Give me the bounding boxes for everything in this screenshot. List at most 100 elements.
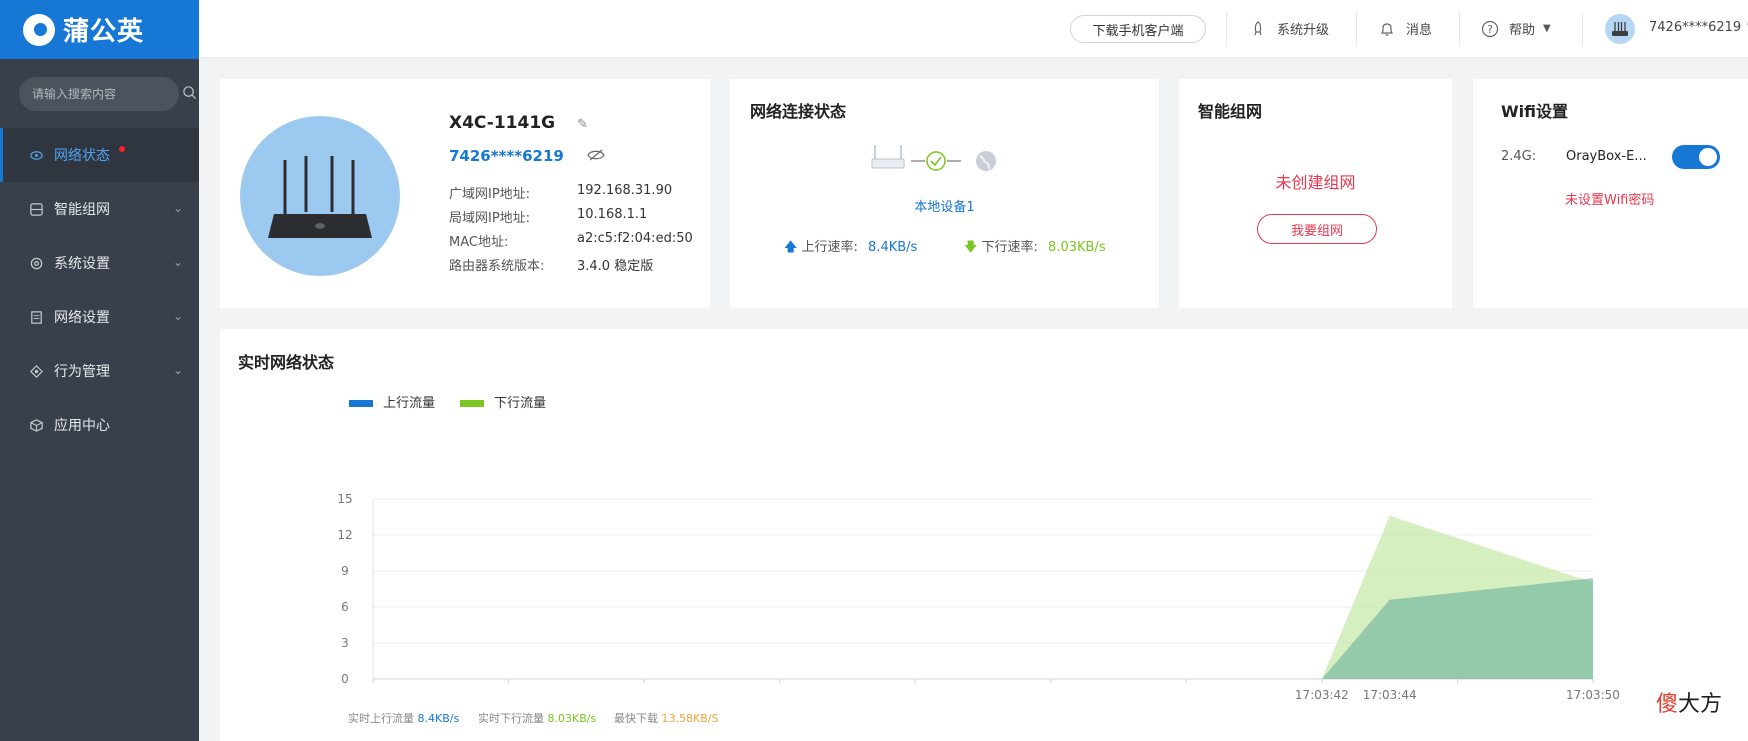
download-app-button[interactable]: 下载手机客户端	[1070, 15, 1206, 43]
avatar[interactable]	[1605, 14, 1635, 44]
top-header: 下载手机客户端 系统升级 消息 ? 帮助 ▼ 7426****6219 ▼	[199, 0, 1748, 58]
local-device-link[interactable]: 本地设备1	[730, 196, 1159, 215]
connection-card: 网络连接状态 本地设备1 🡅 上行速率: 8.4KB/s 🡇 下行速率: 8.0…	[730, 79, 1159, 308]
network-settings-icon	[28, 309, 44, 325]
x-tick-label: 17:03:42	[1295, 688, 1349, 702]
down-speed-label: 下行速率:	[981, 240, 1038, 255]
chevron-down-icon: ⌄	[172, 201, 183, 215]
router-icon	[871, 145, 905, 169]
stat-down: 实时下行流量 8.03KB/s	[478, 710, 596, 726]
watermark-text: 大方	[1678, 692, 1723, 717]
sidebar-item-system-settings[interactable]: 系统设置 ⌄	[0, 236, 199, 290]
check-circle-icon	[926, 151, 946, 171]
version-row: 路由器系统版本: 3.4.0 稳定版	[449, 255, 653, 274]
watermark: 傻大方	[1656, 686, 1722, 718]
down-speed: 🡇 下行速率: 8.03KB/s	[964, 236, 1106, 260]
svg-text:?: ?	[1487, 23, 1493, 36]
version-value: 3.4.0 稳定版	[577, 259, 654, 274]
chevron-down-icon: ⌄	[172, 255, 183, 269]
messages-button[interactable]: 消息	[1378, 19, 1432, 38]
help-label: 帮助	[1509, 23, 1536, 38]
chevron-down-icon: ⌄	[172, 363, 183, 377]
app-center-icon	[28, 417, 44, 433]
wifi-band-label: 2.4G:	[1501, 149, 1537, 164]
search-box	[19, 77, 197, 111]
user-menu[interactable]: 7426****6219 ▼	[1649, 20, 1748, 35]
sidebar-item-app-center[interactable]: 应用中心	[0, 398, 199, 452]
connection-diagram	[871, 142, 1011, 172]
user-label: 7426****6219	[1649, 20, 1742, 35]
watermark-char: 傻	[1656, 692, 1679, 717]
header-divider	[1356, 12, 1357, 46]
mac-label: MAC地址:	[449, 235, 509, 250]
connection-title: 网络连接状态	[750, 102, 847, 121]
search-icon[interactable]	[182, 85, 197, 104]
stat-max-label: 最快下载	[614, 712, 658, 725]
caret-down-icon: ▼	[1543, 23, 1551, 34]
system-upgrade-label: 系统升级	[1277, 23, 1330, 38]
smart-network-title: 智能组网	[1198, 102, 1263, 121]
globe-icon	[976, 151, 996, 171]
sidebar-item-smart-network[interactable]: 智能组网 ⌄	[0, 182, 199, 236]
edit-icon[interactable]: ✎	[577, 117, 588, 132]
stat-down-value: 8.03KB/s	[547, 712, 597, 725]
wan-ip-label: 广域网IP地址:	[449, 187, 531, 202]
bell-icon	[1378, 20, 1396, 38]
y-tick-label: 15	[337, 492, 352, 506]
x-tick-label: 17:03:44	[1363, 688, 1417, 702]
header-divider	[1582, 12, 1583, 46]
rocket-icon	[1249, 20, 1267, 38]
sidebar: 蒲公英 网络状态 智能组网 ⌄ 系统设置 ⌄	[0, 0, 199, 741]
y-tick-label: 12	[337, 528, 352, 542]
smart-network-status: 未创建组网	[1275, 173, 1356, 192]
hide-eye-icon[interactable]	[587, 149, 605, 164]
mac-value: a2:c5:f2:04:ed:50	[577, 231, 693, 246]
device-sn: 7426****6219	[449, 147, 605, 165]
mac-row: MAC地址: a2:c5:f2:04:ed:50	[449, 231, 693, 250]
arrow-down-icon: 🡇	[964, 240, 978, 255]
sidebar-item-behavior-management[interactable]: 行为管理 ⌄	[0, 344, 199, 398]
stat-up: 实时上行流量 8.4KB/s	[348, 710, 459, 726]
up-speed-label: 上行速率:	[801, 240, 858, 255]
smart-network-card: 智能组网 未创建组网 我要组网	[1179, 79, 1452, 308]
device-card: X4C-1141G ✎ 7426****6219 广域网IP地址: 192.16…	[220, 79, 710, 308]
up-speed-value: 8.4KB/s	[868, 240, 918, 255]
create-network-button[interactable]: 我要组网	[1257, 214, 1377, 244]
sidebar-item-label: 行为管理	[54, 364, 110, 380]
sidebar-item-network-settings[interactable]: 网络设置 ⌄	[0, 290, 199, 344]
notification-dot	[119, 146, 125, 152]
stat-down-label: 实时下行流量	[478, 712, 544, 725]
sidebar-item-label: 系统设置	[54, 256, 110, 272]
stat-max: 最快下载 13.58KB/S	[614, 710, 718, 726]
header-divider	[1226, 12, 1227, 46]
sidebar-item-label: 网络状态	[54, 148, 110, 164]
sidebar-nav: 网络状态 智能组网 ⌄ 系统设置 ⌄ 网络设置 ⌄ 行为管理 ⌄ 应用中心	[0, 128, 199, 452]
device-name: X4C-1141G ✎	[449, 113, 588, 133]
sidebar-item-label: 应用中心	[54, 418, 110, 434]
wan-ip-value: 192.168.31.90	[577, 183, 673, 198]
down-speed-value: 8.03KB/s	[1048, 240, 1106, 255]
logo-icon	[23, 13, 55, 46]
sidebar-item-network-status[interactable]: 网络状态	[0, 128, 199, 182]
stat-max-value: 13.58KB/S	[661, 712, 719, 725]
network-status-icon	[28, 147, 44, 163]
search-input[interactable]	[32, 87, 182, 101]
lan-ip-value: 10.168.1.1	[577, 207, 648, 222]
y-tick-label: 6	[341, 600, 349, 614]
up-speed: 🡅 上行速率: 8.4KB/s	[784, 236, 917, 260]
settings-gear-icon	[28, 255, 44, 271]
wifi-password-warning[interactable]: 未设置Wifi密码	[1565, 189, 1654, 208]
device-sn-text: 7426****6219	[449, 147, 564, 165]
system-upgrade-button[interactable]: 系统升级	[1249, 19, 1329, 38]
brand[interactable]: 蒲公英	[0, 0, 199, 59]
router-image	[240, 116, 400, 276]
behavior-management-icon	[28, 363, 44, 379]
realtime-title: 实时网络状态	[238, 353, 335, 372]
y-tick-label: 0	[341, 672, 349, 686]
wifi-title: Wifi设置	[1501, 102, 1568, 121]
stat-up-label: 实时上行流量	[348, 712, 414, 725]
wifi-toggle[interactable]	[1672, 145, 1720, 169]
lan-ip-row: 局域网IP地址: 10.168.1.1	[449, 207, 647, 226]
traffic-chart: 0 3 6 9 12 15 17:03:42 17:03:44 17:03:50	[337, 492, 1620, 702]
help-button[interactable]: ? 帮助 ▼	[1481, 19, 1551, 38]
